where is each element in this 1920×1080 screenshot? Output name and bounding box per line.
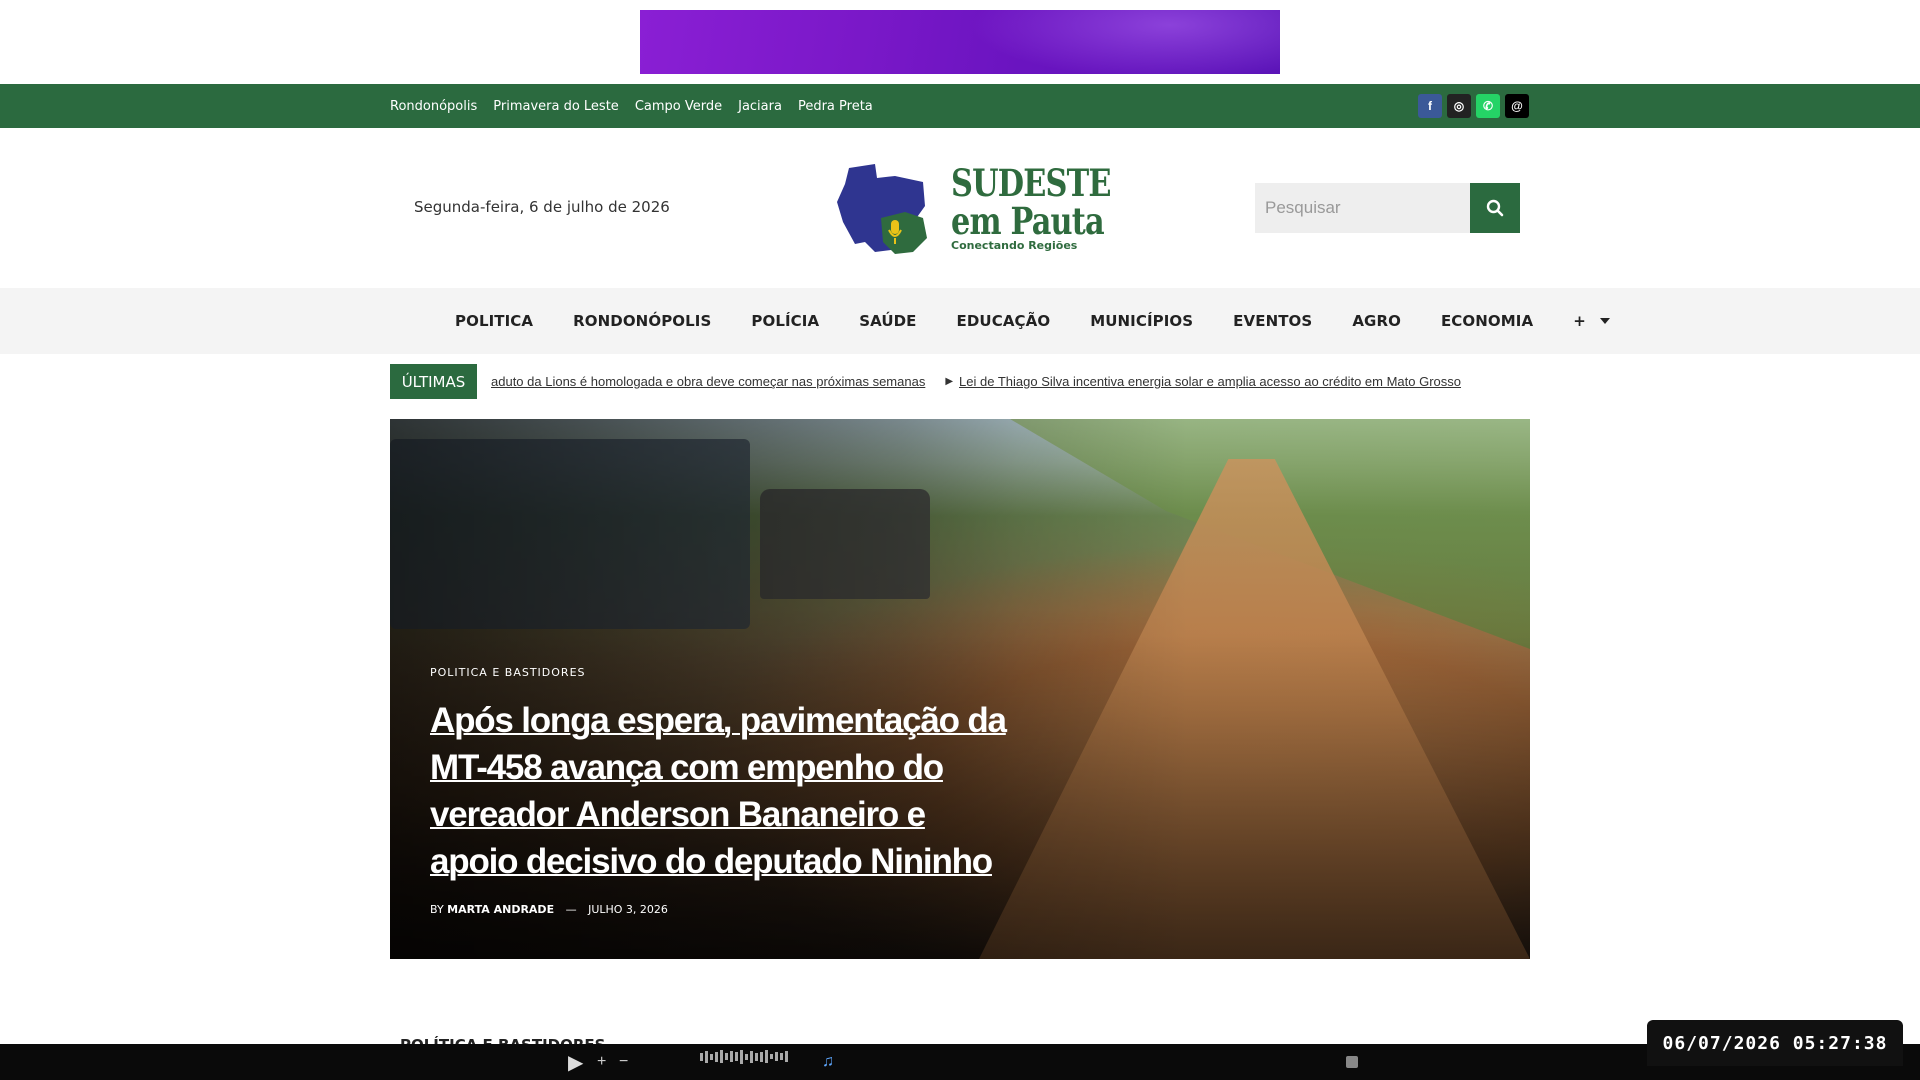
hero-article[interactable]: POLITICA E BASTIDORES Após longa espera,… [390,419,1530,959]
city-link-jaciara[interactable]: Jaciara [738,99,782,114]
current-date: Segunda-feira, 6 de julho de 2026 [414,198,670,216]
nav-more-label: + [1573,312,1586,330]
facebook-icon[interactable]: f [1418,94,1442,118]
volume-down-icon[interactable]: − [619,1044,628,1080]
search-input[interactable] [1255,183,1470,233]
logo-tagline: Conectando Regiões [951,239,1078,252]
hero-title[interactable]: Após longa espera, pavimentação da MT-45… [430,697,1010,885]
city-link-campo-verde[interactable]: Campo Verde [635,99,722,114]
city-links: Rondonópolis Primavera do Leste Campo Ve… [390,84,873,128]
equalizer-icon [700,1044,788,1080]
hero-category[interactable]: POLITICA E BASTIDORES [430,666,586,679]
ticker-item[interactable]: Lei de Thiago Silva incentiva energia so… [959,374,1461,389]
nav-item-municipios[interactable]: MUNICÍPIOS [1090,312,1193,330]
search-form [1255,183,1520,233]
ad-area [0,0,1920,84]
caret-down-icon [1599,317,1610,324]
logo-line-1: SUDESTE [951,161,1112,205]
meta-separator: — [565,903,577,916]
map-logo-icon [837,164,927,254]
nav-item-politica[interactable]: POLITICA [455,312,533,330]
nav-item-eventos[interactable]: EVENTOS [1233,312,1312,330]
author-name[interactable]: MARTA ANDRADE [447,903,554,916]
top-bar: Rondonópolis Primavera do Leste Campo Ve… [0,84,1920,128]
site-logo[interactable]: SUDESTE em Pauta Conectando Regiões [835,162,1112,256]
search-icon [1486,199,1504,217]
social-links: f ◎ ✆ @ [1418,94,1529,118]
logo-line-2: em Pauta [951,199,1105,243]
ticker-label: ÚLTIMAS [390,364,477,399]
logo-text: SUDESTE em Pauta [951,161,1112,243]
byline-prefix: BY [430,903,444,916]
nav-item-economia[interactable]: ECONOMIA [1441,312,1533,330]
nav-item-educacao[interactable]: EDUCAÇÃO [957,312,1051,330]
ticker-item[interactable]: aduto da Lions é homologada e obra deve … [491,374,925,389]
publish-date: JULHO 3, 2026 [588,903,668,916]
city-link-pedra-preta[interactable]: Pedra Preta [798,99,873,114]
city-link-rondonopolis[interactable]: Rondonópolis [390,99,477,114]
advertisement-banner[interactable] [640,10,1280,74]
nav-item-agro[interactable]: AGRO [1352,312,1401,330]
clock-display: 06/07/2026 05:27:38 [1647,1020,1903,1066]
news-ticker: aduto da Lions é homologada e obra deve … [491,364,1461,399]
chevron-right-icon: ▶ [945,376,954,387]
play-icon[interactable]: ▶ [568,1044,583,1080]
volume-up-icon[interactable]: + [597,1044,606,1080]
music-note-icon[interactable]: ♫ [822,1044,834,1080]
nav-item-saude[interactable]: SAÚDE [859,312,916,330]
threads-icon[interactable]: @ [1505,94,1529,118]
city-link-primavera-do-leste[interactable]: Primavera do Leste [493,99,619,114]
hero-meta: BY MARTA ANDRADE — JULHO 3, 2026 [430,903,668,916]
audio-player-bar: ▶ + − ♫ [0,1044,1920,1080]
search-button[interactable] [1470,183,1520,233]
nav-more-menu[interactable]: + [1573,312,1610,330]
nav-item-rondonopolis[interactable]: RONDONÓPOLIS [573,312,711,330]
instagram-icon[interactable]: ◎ [1447,94,1471,118]
player-toggle-icon[interactable] [1346,1044,1358,1080]
nav-item-policia[interactable]: POLÍCIA [751,312,819,330]
whatsapp-icon[interactable]: ✆ [1476,94,1500,118]
main-nav: POLITICA RONDONÓPOLIS POLÍCIA SAÚDE EDUC… [0,288,1920,354]
